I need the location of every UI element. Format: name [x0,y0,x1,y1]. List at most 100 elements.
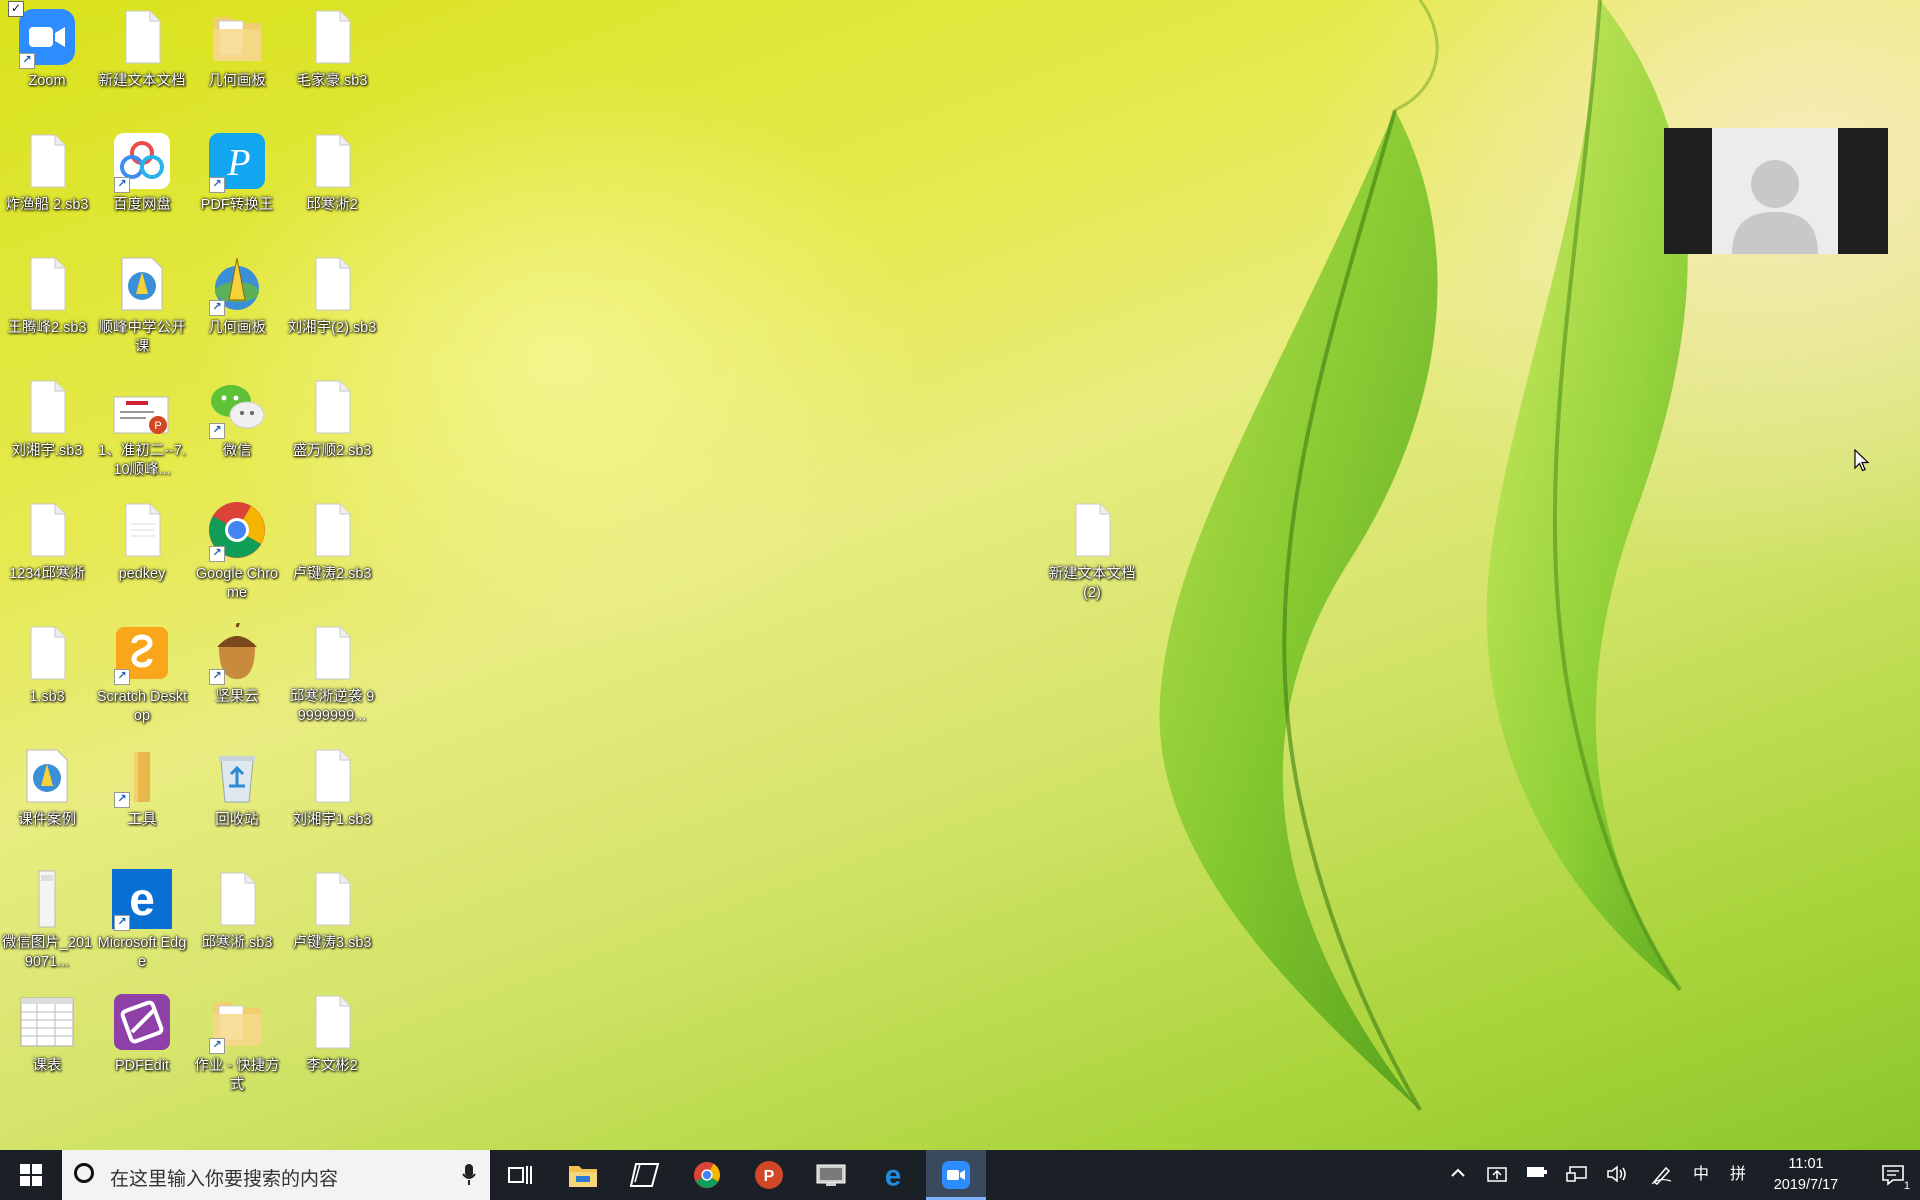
desktop-icon-file[interactable]: 刘湘宇.sb3 [1,377,93,461]
desktop-icon-label: 坚果云 [215,689,259,705]
selection-checkbox[interactable]: ✓ [8,1,24,17]
clock-time: 11:01 [1788,1156,1824,1172]
desktop-icon-label: 几何画板 [208,73,266,89]
blank-file-icon [315,10,351,64]
show-hidden-icons-button[interactable] [1447,1165,1469,1185]
desktop-icon-label: 卢键涛3.sb3 [292,935,372,951]
microphone-icon[interactable] [462,1164,476,1186]
svg-text:e: e [885,1161,902,1189]
taskbar-app-file-explorer[interactable] [558,1150,608,1200]
tray-volume-icon[interactable] [1606,1165,1628,1185]
blank-file-icon [315,995,351,1049]
desktop-icon-file[interactable]: 李文彬2 [286,992,378,1076]
desktop-icon-file[interactable]: 刘湘宇1.sb3 [286,746,378,830]
taskbar-clock[interactable]: 11:01 2019/7/17 [1758,1154,1854,1196]
desktop-icon-recycle-bin[interactable]: 回收站 [191,746,283,830]
desktop-icon-edge[interactable]: e ↗ Microsoft Edge [96,869,188,972]
blank-file-icon [315,749,351,803]
start-button[interactable] [0,1150,62,1200]
desktop-icon-label: PDF转换王 [200,197,274,213]
desktop-icon-label: 刘湘宇(2).sb3 [287,320,377,336]
taskbar-app-zoom[interactable] [926,1150,986,1200]
desktop-icon-file[interactable]: 炸渔船 2.sb3 [1,131,93,215]
blank-file-icon [315,872,351,926]
desktop[interactable]: ✓ ↗ Zoom 炸渔船 2.sb3 王腾峰2.sb3 刘湘宇.sb3 1234… [0,0,1920,1150]
screen-app-icon [816,1164,846,1186]
action-center-button[interactable]: 1 [1866,1150,1920,1200]
desktop-icon-file[interactable]: 邱寒淅.sb3 [191,869,283,953]
desktop-icon-geometry-file[interactable]: 顺峰中学公开课 [96,254,188,357]
taskbar-app-powerpoint[interactable]: P [744,1150,794,1200]
tray-battery-icon[interactable] [1526,1165,1548,1185]
desktop-icon-file[interactable]: 刘湘宇(2).sb3 [286,254,378,338]
desktop-icon-text-file[interactable]: 新建文本文档 (2) [1046,500,1138,603]
taskbar-app-screen[interactable] [806,1150,856,1200]
desktop-icon-file[interactable]: 毛家豪.sb3 [286,7,378,91]
taskbar-app-edge[interactable]: e [868,1150,918,1200]
participant-avatar-icon [1732,160,1818,254]
folder-icon [213,17,261,61]
shortcut-arrow-icon: ↗ [114,669,130,685]
tray-network-icon[interactable] [1566,1165,1588,1185]
desktop-icon-file[interactable]: 1234邱寒淅 [1,500,93,584]
text-file-icon [1075,503,1111,557]
task-view-icon [508,1166,532,1184]
desktop-icon-label: Scratch Desktop [96,689,188,724]
blank-file-icon [315,503,351,557]
desktop-icon-label: 微信图片_2019071... [1,935,93,970]
desktop-icon-file[interactable]: 卢键涛2.sb3 [286,500,378,584]
shortcut-arrow-icon: ↗ [114,792,130,808]
recycle-bin-icon [219,756,255,803]
desktop-icon-scratch[interactable]: ↗ Scratch Desktop [96,623,188,726]
desktop-icon-chrome[interactable]: ↗ Google Chrome [191,500,283,603]
desktop-icon-pdfedit[interactable]: PDFEdit [96,992,188,1076]
desktop-icon-wechat[interactable]: ↗ 微信 [191,377,283,461]
spreadsheet-file-icon [20,997,74,1047]
desktop-icon-image-file[interactable]: 微信图片_2019071... [1,869,93,972]
desktop-icon-pdf-converter[interactable]: P ↗ PDF转换王 [191,131,283,215]
desktop-icon-label: 炸渔船 2.sb3 [5,197,89,213]
ime-layout-indicator[interactable]: 拼 [1727,1165,1749,1185]
desktop-icon-zoom[interactable]: ✓ ↗ Zoom [1,1,93,91]
participant-avatar [1712,128,1838,254]
desktop-icon-text-file[interactable]: 新建文本文档 [96,7,188,91]
desktop-icon-label: 作业 - 快捷方式 [194,1058,280,1093]
taskbar-search-box[interactable]: 在这里输入你要搜索的内容 [62,1150,490,1200]
desktop-icon-geometry-file[interactable]: 课件案例 [1,746,93,830]
desktop-icon-folder-shortcut[interactable]: ↗ 作业 - 快捷方式 [191,992,283,1095]
task-view-button[interactable] [496,1150,544,1200]
desktop-icon-powerpoint-file[interactable]: P 1、准初二--7.10顺峰... [96,377,188,480]
zoom-icon [942,1161,970,1189]
desktop-icon-folder-shortcut[interactable]: ↗ 工具 [96,746,188,830]
desktop-icon-file[interactable]: 邱寒淅2 [286,131,378,215]
shortcut-arrow-icon: ↗ [209,423,225,439]
desktop-icon-file[interactable]: 邱寒淅逆袭 99999999... [286,623,378,726]
desktop-icon-file[interactable]: 卢键涛3.sb3 [286,869,378,953]
tray-upload-icon[interactable] [1486,1165,1508,1185]
desktop-icon-folder[interactable]: 几何画板 [191,7,283,91]
desktop-icon-file[interactable]: 盛万顺2.sb3 [286,377,378,461]
desktop-icon-baidu-netdisk[interactable]: ↗ 百度网盘 [96,131,188,215]
desktop-icon-spreadsheet[interactable]: 课表 [1,992,93,1076]
desktop-icon-file[interactable]: 王腾峰2.sb3 [1,254,93,338]
sticky-notes-icon [630,1163,660,1187]
blank-file-icon [30,134,66,188]
desktop-icon-geometry-sketchpad[interactable]: ↗ 几何画板 [191,254,283,338]
desktop-icon-label: 邱寒淅2 [306,197,358,213]
shortcut-arrow-icon: ↗ [209,669,225,685]
desktop-icon-text-file[interactable]: pedkey [96,500,188,584]
shortcut-arrow-icon: ↗ [209,546,225,562]
zoom-video-thumbnail[interactable] [1664,128,1888,254]
tray-pen-icon[interactable] [1651,1165,1673,1185]
text-file-icon [125,503,161,557]
blank-file-icon [315,134,351,188]
taskbar-app-chrome[interactable] [682,1150,732,1200]
desktop-icon-file[interactable]: 1.sb3 [1,623,93,707]
blank-file-icon [30,626,66,680]
taskbar-app-sticky-notes[interactable] [620,1150,670,1200]
desktop-icon-nutstore[interactable]: ↗ 坚果云 [191,623,283,707]
desktop-icon-label: 回收站 [215,812,259,828]
ime-mode-indicator[interactable]: 中 [1690,1165,1712,1185]
geometry-file-icon [121,257,163,311]
desktop-icon-label: Microsoft Edge [97,935,187,970]
